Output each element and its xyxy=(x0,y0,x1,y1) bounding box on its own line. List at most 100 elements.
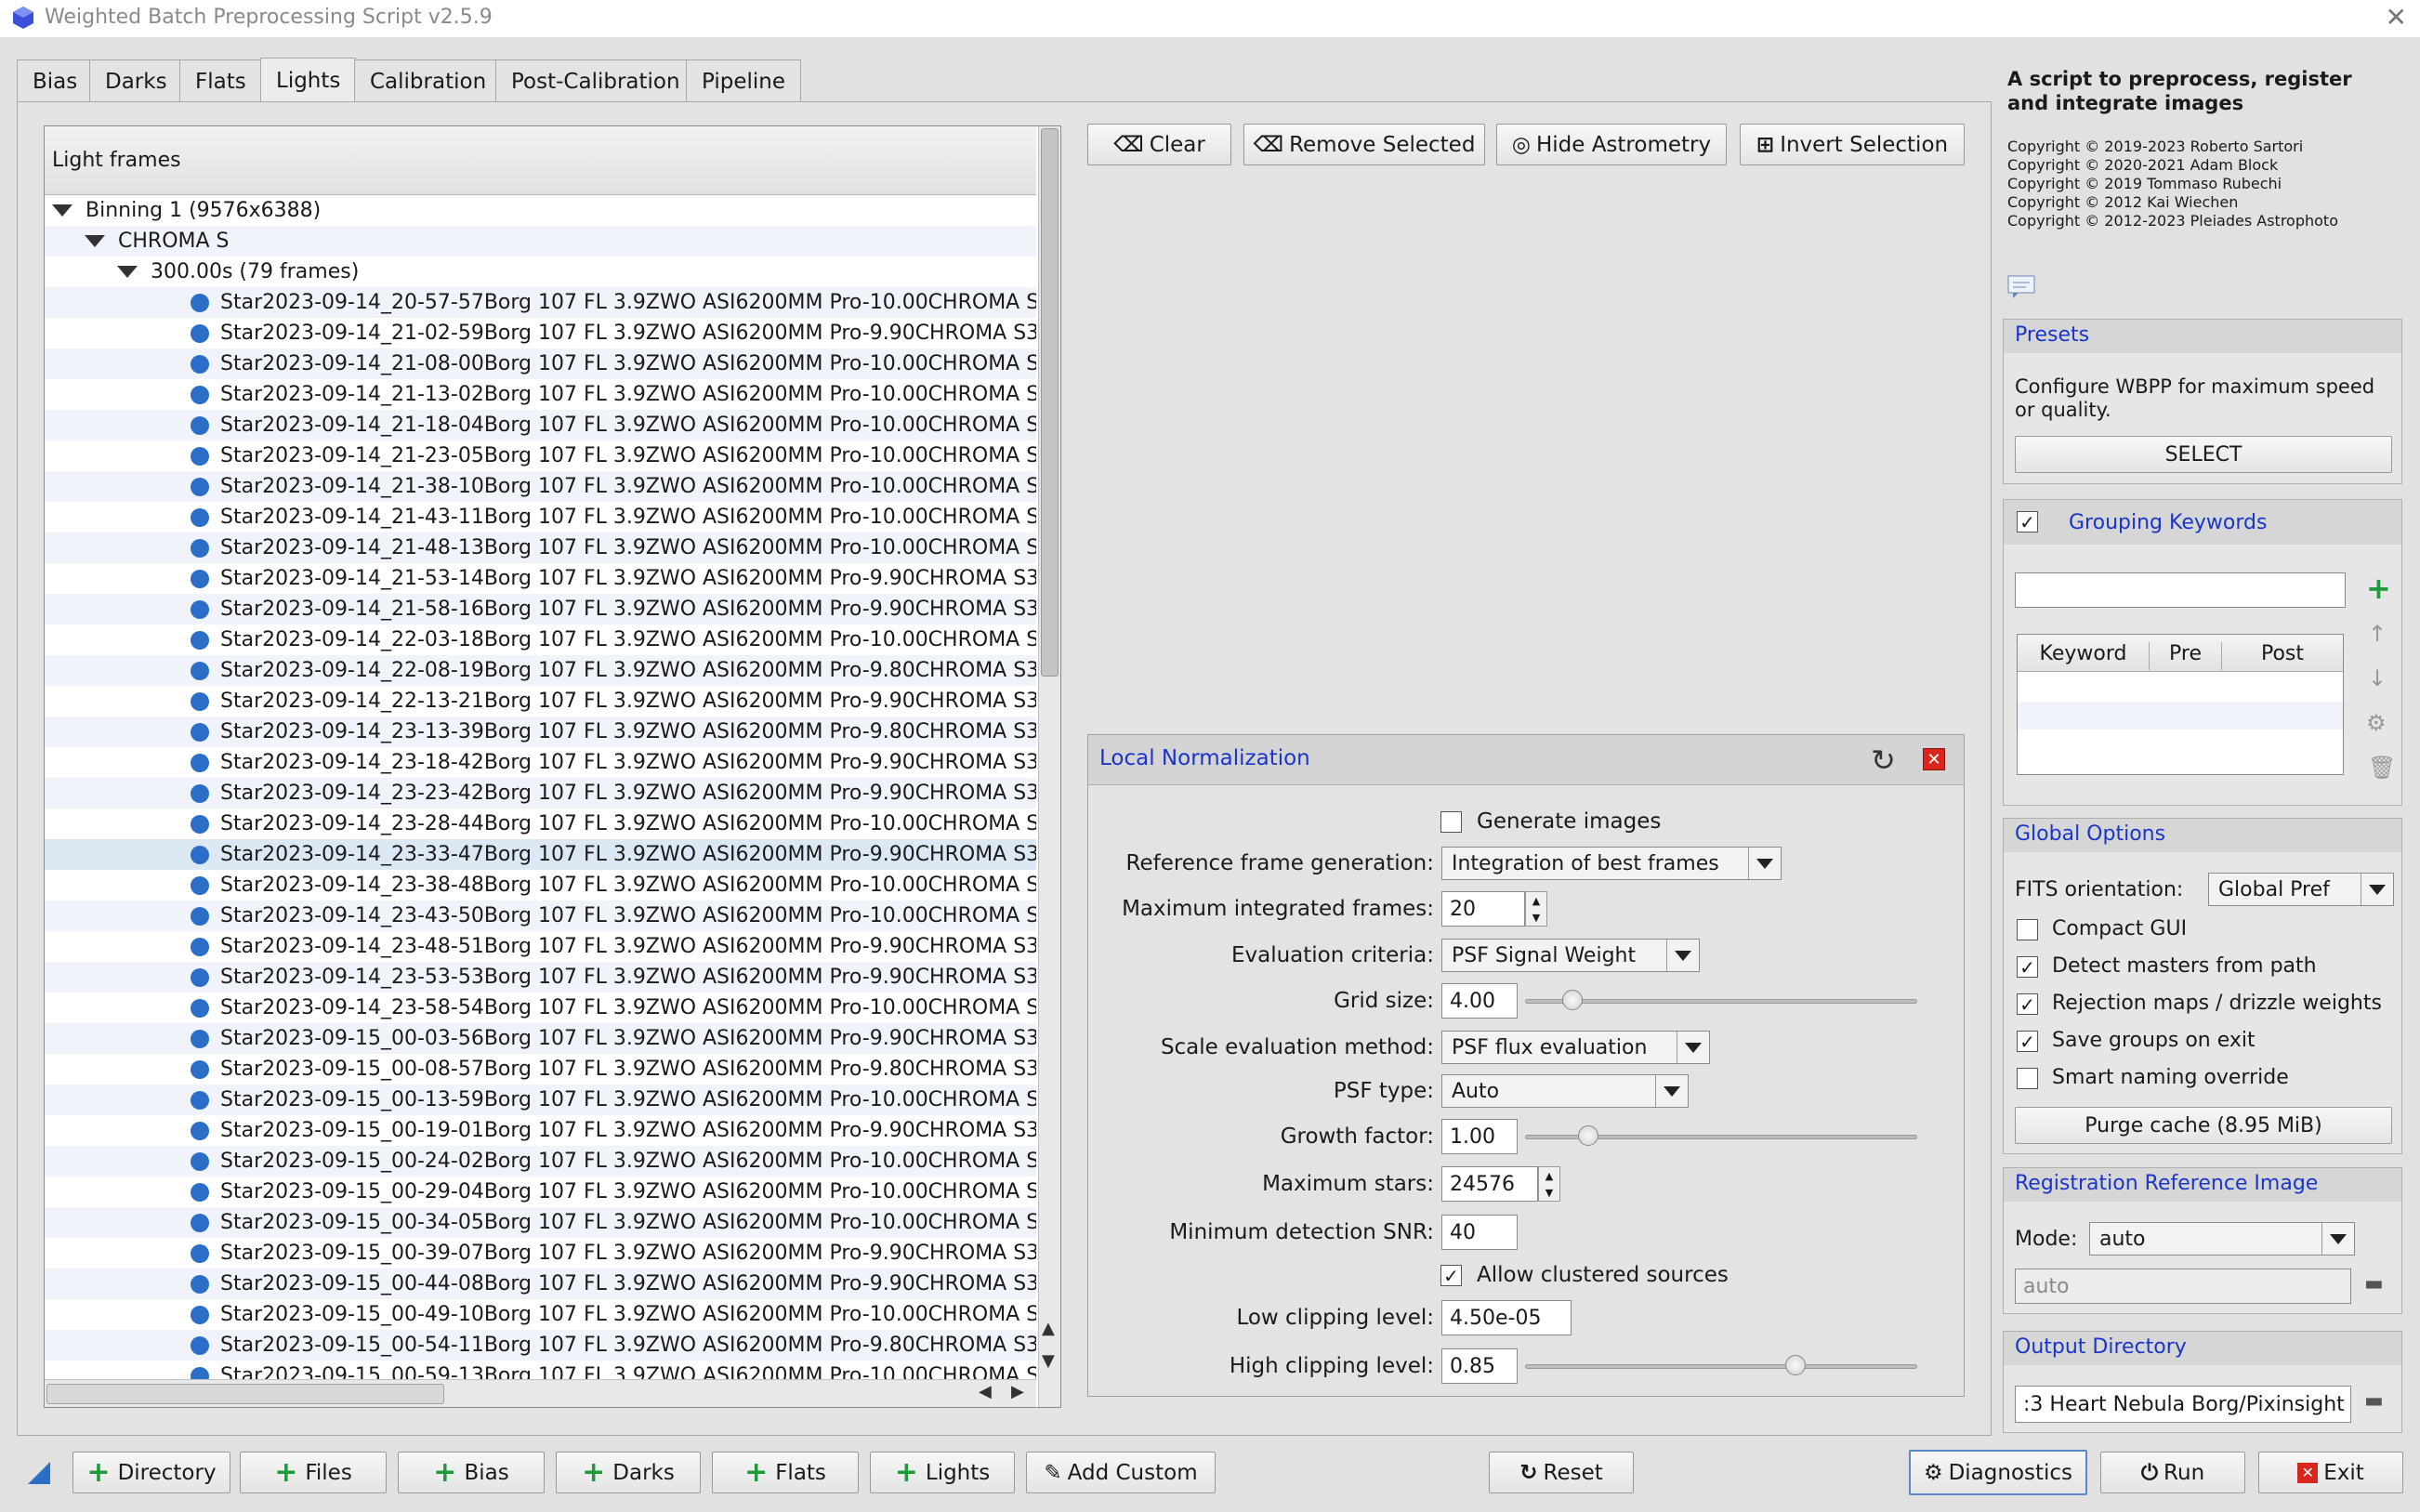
light-frame-row[interactable]: Star2023-09-15_00-39-07Borg 107 FL 3.9ZW… xyxy=(45,1238,1036,1269)
tab-darks[interactable]: Darks xyxy=(89,59,183,102)
detect-masters-checkbox[interactable]: ✓ xyxy=(2017,956,2038,978)
light-frame-row[interactable]: Star2023-09-14_22-08-19Borg 107 FL 3.9ZW… xyxy=(45,655,1036,686)
min-snr-input[interactable]: 40 xyxy=(1441,1215,1518,1250)
light-frames-tree[interactable]: Light frames Binning 1 (9576x6388) CHROM… xyxy=(44,125,1061,1408)
folder-icon[interactable]: ▬ xyxy=(2364,1272,2384,1295)
add-lights-button[interactable]: + Lights xyxy=(870,1452,1015,1493)
scroll-left-icon[interactable]: ◀ xyxy=(979,1382,992,1401)
stepper-down-icon[interactable]: ▼ xyxy=(1539,1184,1559,1201)
close-panel-icon[interactable]: ✕ xyxy=(1923,748,1945,770)
presets-select-button[interactable]: SELECT xyxy=(2015,436,2392,473)
light-frame-row[interactable]: Star2023-09-14_21-13-02Borg 107 FL 3.9ZW… xyxy=(45,379,1036,410)
light-frame-row[interactable]: Star2023-09-15_00-24-02Borg 107 FL 3.9ZW… xyxy=(45,1146,1036,1177)
smart-naming-checkbox[interactable] xyxy=(2017,1068,2038,1089)
light-frame-row[interactable]: Star2023-09-14_23-28-44Borg 107 FL 3.9ZW… xyxy=(45,809,1036,839)
col-post[interactable]: Post xyxy=(2222,642,2343,665)
exit-button[interactable]: ✕ Exit xyxy=(2258,1452,2403,1493)
light-frame-row[interactable]: Star2023-09-14_23-58-54Borg 107 FL 3.9ZW… xyxy=(45,993,1036,1023)
stepper-up-icon[interactable]: ▲ xyxy=(1539,1167,1559,1184)
low-clip-input[interactable]: 4.50e-05 xyxy=(1441,1300,1572,1335)
light-frame-row[interactable]: Star2023-09-15_00-13-59Borg 107 FL 3.9ZW… xyxy=(45,1085,1036,1115)
max-frames-input[interactable]: 20 xyxy=(1441,891,1525,927)
close-window-icon[interactable]: ✕ xyxy=(2386,2,2407,33)
save-groups-checkbox[interactable]: ✓ xyxy=(2017,1031,2038,1052)
scroll-thumb[interactable] xyxy=(1041,128,1059,677)
tree-group-exposure[interactable]: 300.00s (79 frames) xyxy=(45,256,1036,287)
light-frame-row[interactable]: Star2023-09-14_21-08-00Borg 107 FL 3.9ZW… xyxy=(45,348,1036,379)
tree-group-binning[interactable]: Binning 1 (9576x6388) xyxy=(45,195,1036,226)
fits-orientation-select[interactable]: Global Pref xyxy=(2208,873,2394,906)
growth-input[interactable]: 1.00 xyxy=(1441,1119,1518,1154)
light-frame-row[interactable]: Star2023-09-14_20-57-57Borg 107 FL 3.9ZW… xyxy=(45,287,1036,318)
grid-size-slider[interactable] xyxy=(1525,999,1917,1004)
output-directory-field[interactable]: :3 Heart Nebula Borg/Pixinsight xyxy=(2015,1386,2351,1423)
comment-icon[interactable] xyxy=(2007,275,2035,299)
scroll-down-icon[interactable]: ▼ xyxy=(1042,1351,1055,1371)
light-frame-row[interactable]: Star2023-09-14_23-13-39Borg 107 FL 3.9ZW… xyxy=(45,717,1036,747)
reg-reference-field[interactable]: auto xyxy=(2015,1269,2351,1304)
diagnostics-button[interactable]: ⚙ Diagnostics xyxy=(1909,1450,2087,1495)
psf-type-select[interactable]: Auto xyxy=(1441,1074,1689,1108)
gear-icon[interactable]: ⚙ xyxy=(2366,710,2387,736)
stepper-down-icon[interactable]: ▼ xyxy=(1526,909,1546,926)
eval-criteria-select[interactable]: PSF Signal Weight xyxy=(1441,939,1700,972)
light-frame-row[interactable]: Star2023-09-15_00-29-04Borg 107 FL 3.9ZW… xyxy=(45,1177,1036,1207)
grouping-checkbox[interactable]: ✓ xyxy=(2017,511,2038,532)
col-pre[interactable]: Pre xyxy=(2150,642,2222,670)
light-frame-row[interactable]: Star2023-09-14_21-18-04Borg 107 FL 3.9ZW… xyxy=(45,410,1036,440)
grid-size-input[interactable]: 4.00 xyxy=(1441,983,1518,1019)
compact-gui-checkbox[interactable] xyxy=(2017,919,2038,940)
tab-bias[interactable]: Bias xyxy=(17,59,94,102)
light-frame-row[interactable]: Star2023-09-14_21-43-11Borg 107 FL 3.9ZW… xyxy=(45,502,1036,532)
scroll-right-icon[interactable]: ▶ xyxy=(1011,1382,1024,1401)
light-frame-row[interactable]: Star2023-09-14_21-02-59Borg 107 FL 3.9ZW… xyxy=(45,318,1036,348)
light-frame-row[interactable]: Star2023-09-14_21-23-05Borg 107 FL 3.9ZW… xyxy=(45,440,1036,471)
tab-lights[interactable]: Lights xyxy=(260,58,357,102)
scale-eval-select[interactable]: PSF flux evaluation xyxy=(1441,1031,1710,1064)
high-clip-slider[interactable] xyxy=(1525,1364,1917,1369)
allow-clustered-checkbox[interactable]: ✓ xyxy=(1440,1265,1462,1286)
light-frame-row[interactable]: Star2023-09-15_00-03-56Borg 107 FL 3.9ZW… xyxy=(45,1023,1036,1054)
arrow-down-icon[interactable]: ↓ xyxy=(2368,665,2387,691)
remove-selected-button[interactable]: ⌫ Remove Selected xyxy=(1243,124,1485,165)
max-stars-stepper[interactable]: ▲ ▼ xyxy=(1538,1166,1560,1202)
growth-slider-handle[interactable] xyxy=(1577,1125,1598,1146)
keyword-table[interactable]: Keyword Pre Post xyxy=(2017,634,2344,775)
add-files-button[interactable]: + Files xyxy=(240,1452,387,1493)
expand-triangle-icon[interactable] xyxy=(117,266,138,278)
light-frame-row[interactable]: Star2023-09-15_00-54-11Borg 107 FL 3.9ZW… xyxy=(45,1330,1036,1361)
max-frames-stepper[interactable]: ▲ ▼ xyxy=(1525,891,1547,927)
light-frame-row[interactable]: Star2023-09-14_23-18-42Borg 107 FL 3.9ZW… xyxy=(45,747,1036,778)
add-keyword-icon[interactable]: + xyxy=(2366,571,2391,606)
scroll-up-icon[interactable]: ▲ xyxy=(1042,1319,1055,1338)
arrow-up-icon[interactable]: ↑ xyxy=(2368,621,2387,647)
grouping-keyword-input[interactable] xyxy=(2015,572,2346,608)
scroll-thumb[interactable] xyxy=(46,1384,444,1404)
clear-button[interactable]: ⌫ Clear xyxy=(1087,124,1231,165)
tab-pipeline[interactable]: Pipeline xyxy=(686,59,802,102)
run-button[interactable]: ⏻ Run xyxy=(2100,1452,2245,1493)
folder-icon[interactable]: ▬ xyxy=(2364,1389,2384,1413)
tree-horizontal-scrollbar[interactable]: ◀ ▶ xyxy=(45,1379,1036,1407)
add-custom-button[interactable]: ✎ Add Custom xyxy=(1026,1452,1216,1493)
light-frame-row[interactable]: Star2023-09-14_21-58-16Borg 107 FL 3.9ZW… xyxy=(45,594,1036,625)
invert-selection-button[interactable]: ⊞ Invert Selection xyxy=(1740,124,1965,165)
grid-size-slider-handle[interactable] xyxy=(1561,990,1583,1010)
light-frame-row[interactable]: Star2023-09-15_00-34-05Borg 107 FL 3.9ZW… xyxy=(45,1207,1036,1238)
light-frame-row[interactable]: Star2023-09-14_23-53-53Borg 107 FL 3.9ZW… xyxy=(45,962,1036,993)
high-clip-input[interactable]: 0.85 xyxy=(1441,1348,1518,1384)
tab-calibration[interactable]: Calibration xyxy=(354,59,503,102)
add-darks-button[interactable]: + Darks xyxy=(556,1452,701,1493)
reset-button[interactable]: ↻ Reset xyxy=(1489,1452,1634,1493)
light-frame-row[interactable]: Star2023-09-14_23-23-42Borg 107 FL 3.9ZW… xyxy=(45,778,1036,809)
light-frame-row[interactable]: Star2023-09-14_23-33-47Borg 107 FL 3.9ZW… xyxy=(45,839,1036,870)
reset-panel-icon[interactable]: ↻ xyxy=(1871,743,1896,778)
light-frame-row[interactable]: Star2023-09-15_00-08-57Borg 107 FL 3.9ZW… xyxy=(45,1054,1036,1085)
light-frame-row[interactable]: Star2023-09-15_00-19-01Borg 107 FL 3.9ZW… xyxy=(45,1115,1036,1146)
hide-astrometry-button[interactable]: ◎ Hide Astrometry xyxy=(1496,124,1727,165)
light-frame-row[interactable]: Star2023-09-14_22-03-18Borg 107 FL 3.9ZW… xyxy=(45,625,1036,655)
tree-vertical-scrollbar[interactable]: ▲ ▼ xyxy=(1038,126,1060,1407)
add-flats-button[interactable]: + Flats xyxy=(712,1452,859,1493)
expand-triangle-icon[interactable] xyxy=(52,204,72,217)
trash-icon[interactable]: 🗑 xyxy=(2368,755,2396,781)
